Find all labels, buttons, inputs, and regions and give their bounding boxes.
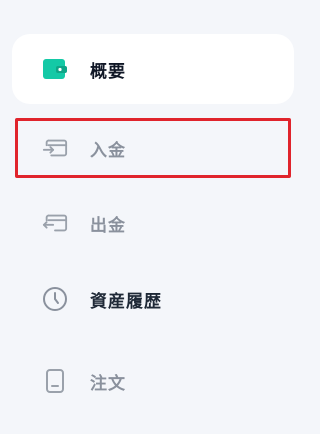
sidebar-item-label: 入金 xyxy=(90,140,126,161)
sidebar-item-asset-history[interactable]: 資産履歴 xyxy=(12,264,294,334)
clock-icon xyxy=(42,286,68,312)
sidebar-item-withdraw[interactable]: 出金 xyxy=(12,188,294,258)
sidebar-item-orders[interactable]: 注文 xyxy=(12,346,294,416)
document-icon xyxy=(42,368,68,394)
sidebar-item-label: 概要 xyxy=(90,61,126,82)
sidebar-item-label: 資産履歴 xyxy=(90,291,162,312)
sidebar-item-deposit[interactable]: 入金 xyxy=(15,118,291,178)
sidebar-item-label: 注文 xyxy=(90,373,126,394)
withdraw-icon xyxy=(42,210,68,236)
deposit-icon xyxy=(42,135,68,161)
sidebar-item-label: 出金 xyxy=(90,215,126,236)
sidebar-nav: 概要 入金 出金 資産履歴 注文 xyxy=(0,0,304,434)
sidebar-item-overview[interactable]: 概要 xyxy=(12,34,294,104)
wallet-icon xyxy=(42,56,68,82)
